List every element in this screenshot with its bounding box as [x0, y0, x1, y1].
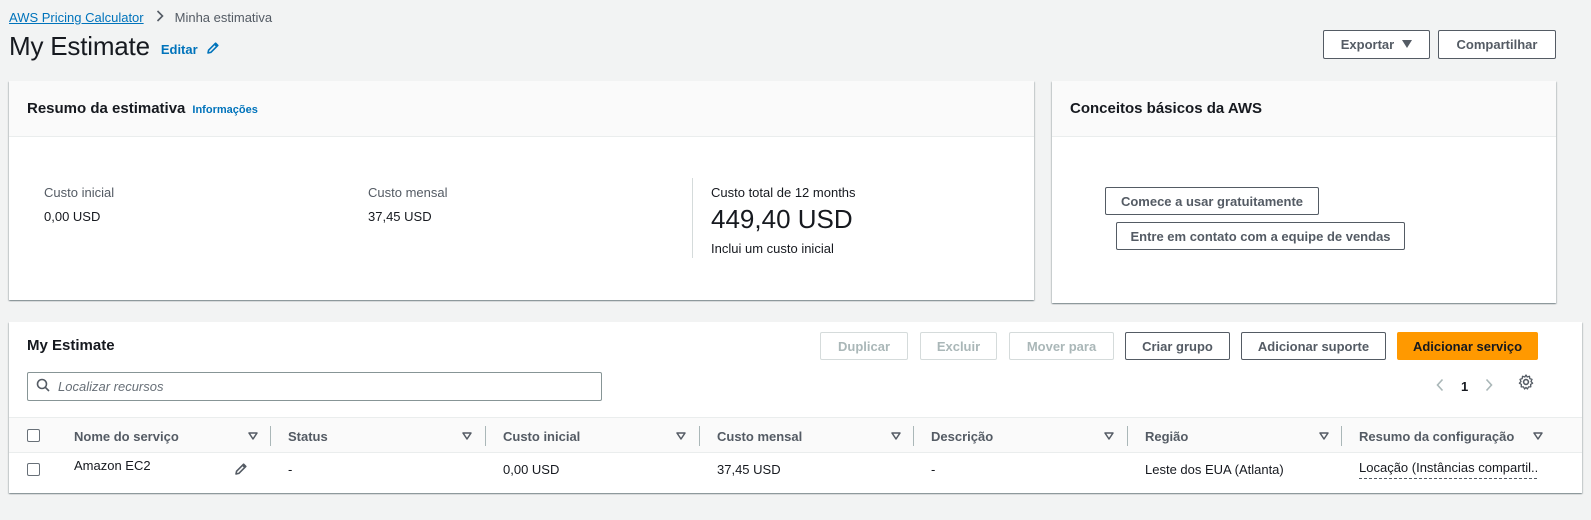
search-icon — [36, 378, 50, 395]
info-link[interactable]: Informações — [192, 104, 257, 116]
column-header-region[interactable]: Região — [1145, 418, 1188, 454]
column-header-upfront-cost[interactable]: Custo inicial — [503, 418, 580, 454]
start-free-button[interactable]: Comece a usar gratuitamente — [1105, 187, 1319, 215]
page-number[interactable]: 1 — [1461, 379, 1468, 394]
upfront-cost-value: 0,00 USD — [44, 209, 101, 224]
export-label: Exportar — [1340, 37, 1395, 52]
sort-icon[interactable] — [1104, 429, 1114, 444]
delete-button[interactable]: Excluir — [920, 332, 997, 360]
summary-divider — [692, 178, 693, 258]
row-checkbox[interactable] — [27, 463, 40, 476]
upfront-cost-label: Custo inicial — [44, 185, 115, 200]
total-cost-note: Inclui um custo inicial — [711, 241, 834, 256]
summary-header: Resumo da estimativa Informações — [9, 81, 1034, 137]
chevron-left-icon[interactable] — [1435, 378, 1445, 395]
share-button[interactable]: Compartilhar — [1438, 30, 1556, 59]
edit-link[interactable]: Editar — [161, 42, 198, 57]
column-divider[interactable] — [485, 426, 486, 446]
gear-icon[interactable] — [1518, 374, 1534, 393]
cell-region: Leste dos EUA (Atlanta) — [1145, 462, 1284, 477]
sort-icon[interactable] — [1533, 429, 1543, 444]
sort-icon[interactable] — [1319, 429, 1329, 444]
cell-config-summary[interactable]: Locação (Instâncias compartil... — [1359, 460, 1537, 479]
page-title: My Estimate — [9, 31, 150, 61]
pencil-icon[interactable] — [206, 41, 220, 58]
column-header-service-name[interactable]: Nome do serviço — [74, 418, 179, 454]
estimate-table-title: My Estimate — [27, 337, 115, 354]
search-input[interactable]: Localizar recursos — [27, 372, 602, 401]
summary-title: Resumo da estimativa — [27, 100, 186, 117]
total-cost-label: Custo total de 12 months — [711, 185, 856, 200]
sort-icon[interactable] — [891, 429, 901, 444]
contact-sales-button[interactable]: Entre em contato com a equipe de vendas — [1116, 222, 1405, 250]
cell-status: - — [288, 462, 293, 477]
create-group-button[interactable]: Criar grupo — [1125, 332, 1230, 360]
add-service-button[interactable]: Adicionar serviço — [1397, 332, 1538, 360]
table-header: Nome do serviço Status Custo inicial Cus… — [9, 417, 1582, 453]
sort-icon[interactable] — [676, 429, 686, 444]
sort-icon[interactable] — [462, 429, 472, 444]
monthly-cost-value: 37,45 USD — [368, 209, 432, 224]
cell-service-name: Amazon EC2 — [74, 458, 151, 473]
total-cost-value: 449,40 USD — [711, 204, 853, 234]
add-support-button[interactable]: Adicionar suporte — [1241, 332, 1386, 360]
basics-header: Conceitos básicos da AWS — [1052, 81, 1556, 137]
column-header-monthly-cost[interactable]: Custo mensal — [717, 418, 802, 454]
aws-basics-panel: Conceitos básicos da AWS Comece a usar g… — [1052, 81, 1556, 303]
column-divider[interactable] — [913, 426, 914, 446]
chevron-right-icon — [156, 9, 164, 25]
select-all-checkbox[interactable] — [27, 429, 40, 442]
basics-title: Conceitos básicos da AWS — [1070, 100, 1262, 117]
breadcrumb-current: Minha estimativa — [174, 9, 273, 25]
column-header-description[interactable]: Descrição — [931, 418, 993, 454]
pagination: 1 — [1435, 378, 1494, 395]
cell-description: - — [931, 462, 936, 477]
pencil-icon[interactable] — [234, 462, 248, 479]
cell-monthly-cost: 37,45 USD — [717, 462, 781, 477]
duplicate-button[interactable]: Duplicar — [820, 332, 908, 360]
column-header-status[interactable]: Status — [288, 418, 328, 454]
search-placeholder: Localizar recursos — [58, 379, 164, 394]
column-divider[interactable] — [270, 426, 271, 446]
monthly-cost-label: Custo mensal — [368, 185, 448, 200]
export-button[interactable]: Exportar — [1323, 30, 1430, 59]
column-divider[interactable] — [1341, 426, 1342, 446]
caret-down-icon — [1402, 39, 1413, 51]
page-title-row: My Estimate Editar — [9, 31, 220, 62]
breadcrumb: AWS Pricing Calculator Minha estimativa — [9, 9, 272, 25]
chevron-right-icon[interactable] — [1484, 378, 1494, 395]
move-to-button[interactable]: Mover para — [1009, 332, 1114, 360]
column-divider[interactable] — [699, 426, 700, 446]
sort-icon[interactable] — [248, 429, 258, 444]
column-header-config-summary[interactable]: Resumo da configuração — [1359, 418, 1514, 454]
breadcrumb-link-calculator[interactable]: AWS Pricing Calculator — [9, 10, 144, 25]
column-divider[interactable] — [1127, 426, 1128, 446]
cell-upfront-cost: 0,00 USD — [503, 462, 560, 477]
estimate-summary-panel: Resumo da estimativa Informações Custo i… — [9, 81, 1034, 300]
